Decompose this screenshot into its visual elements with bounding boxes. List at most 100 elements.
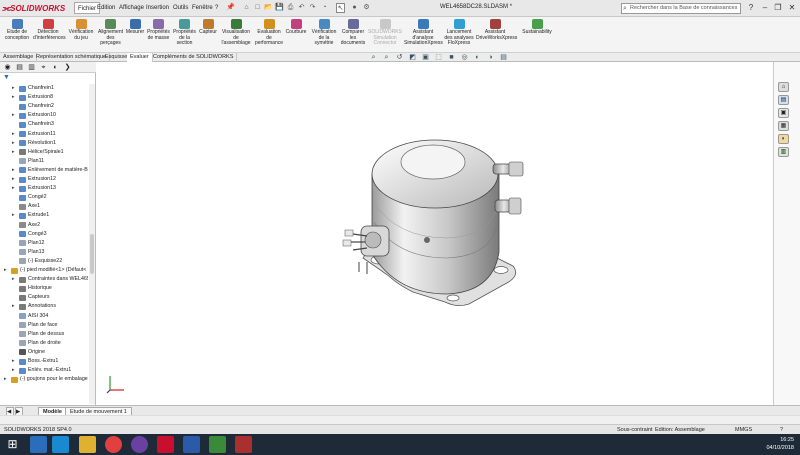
ribbon-proprietes-masse[interactable]: Propriétés de masse: [146, 19, 171, 41]
undo-icon[interactable]: ↶: [297, 3, 306, 13]
ribbon-driveworksxpress[interactable]: Assistant DriveWorksXpress: [476, 19, 517, 41]
restore-button[interactable]: ❐: [772, 2, 784, 14]
expand-panel-icon[interactable]: ❯: [63, 63, 72, 72]
compressor-model[interactable]: [97, 62, 773, 405]
expand-arrow-icon[interactable]: ▸: [12, 84, 17, 93]
expand-arrow-icon[interactable]: ▸: [12, 111, 17, 120]
custom-properties-icon[interactable]: ▥: [778, 147, 789, 157]
tab-evaluer[interactable]: Evaluer: [127, 53, 153, 62]
ribbon-mesurer[interactable]: Mesurer: [124, 19, 146, 36]
ribbon-alignement-percages[interactable]: Alignement des perçages: [97, 19, 124, 47]
tree-node[interactable]: ▸ Hélice/Spirale1: [0, 148, 88, 157]
word-icon[interactable]: [183, 436, 200, 453]
tree-node[interactable]: Plan de droite: [0, 339, 88, 348]
tree-node[interactable]: Congé2: [0, 193, 88, 202]
expand-arrow-icon[interactable]: ▸: [12, 275, 17, 284]
tree-node[interactable]: ▸ Révolution1: [0, 139, 88, 148]
tree-node[interactable]: ▸ Extrusion8: [0, 93, 88, 102]
minimize-button[interactable]: –: [759, 2, 771, 14]
app-icon[interactable]: [131, 436, 148, 453]
tab-representation-schematique[interactable]: Représentation schématique: [33, 53, 111, 62]
redo-icon[interactable]: ↷: [308, 3, 317, 13]
ribbon-detection-interferences[interactable]: Détection d'interférences: [33, 19, 66, 41]
ribbon-verification-jeu[interactable]: Vérification du jeu: [66, 19, 96, 41]
tree-node[interactable]: ▸ Boss.-Extru1: [0, 357, 88, 366]
tree-node[interactable]: ▸ Extrusion13: [0, 184, 88, 193]
tree-node[interactable]: Plan11: [0, 157, 88, 166]
ribbon-sustainability[interactable]: Sustainability: [515, 19, 559, 36]
traffic-light-icon[interactable]: ●: [350, 3, 359, 13]
tree-node[interactable]: Historique: [0, 284, 88, 293]
home-icon[interactable]: ⌂: [242, 3, 251, 13]
open-icon[interactable]: 📂: [264, 3, 273, 13]
tree-node[interactable]: Plan12: [0, 239, 88, 248]
new-doc-icon[interactable]: □: [253, 3, 262, 13]
expand-arrow-icon[interactable]: ▸: [12, 139, 17, 148]
ribbon-visualisation-assemblage[interactable]: Visualisation de l'assemblage: [219, 19, 253, 47]
ribbon-simulationxpress[interactable]: Assistant d'analyse SimulationXpress: [404, 19, 443, 47]
expand-arrow-icon[interactable]: ▸: [12, 302, 17, 311]
tab-complements[interactable]: Compléments de SOLIDWORKS: [150, 53, 238, 62]
configuration-manager-tab-icon[interactable]: ▥: [27, 63, 36, 72]
help-icon[interactable]: ?: [745, 2, 757, 14]
tree-node[interactable]: AISI 304: [0, 312, 88, 321]
rebuild-icon[interactable]: ◔: [320, 3, 329, 13]
solidworks-resources-icon[interactable]: ⌂: [778, 82, 789, 92]
pin-icon[interactable]: 📌: [226, 3, 235, 13]
chrome-icon[interactable]: [105, 436, 122, 453]
expand-arrow-icon[interactable]: ▸: [12, 184, 17, 193]
tree-node[interactable]: Chanfrein2: [0, 102, 88, 111]
explorer-icon[interactable]: [30, 436, 47, 453]
expand-arrow-icon[interactable]: ▸: [12, 166, 17, 175]
print-icon[interactable]: ⎙: [286, 3, 295, 13]
close-button[interactable]: ✕: [786, 2, 798, 14]
tree-node[interactable]: ▸ Extrude1: [0, 211, 88, 220]
dimxpert-tab-icon[interactable]: ⌖: [39, 63, 48, 72]
tree-node[interactable]: ▸ Contraintes dans WEL465: [0, 275, 88, 284]
graphics-area[interactable]: [97, 62, 773, 405]
solidworks-logo[interactable]: ⫘ SOLIDWORKS: [2, 3, 65, 14]
display-manager-tab-icon[interactable]: ◐: [51, 63, 60, 72]
view-palette-icon[interactable]: ▦: [778, 121, 789, 131]
tree-node[interactable]: ▸ Enlèvement de matière-B: [0, 166, 88, 175]
expand-arrow-icon[interactable]: ▸: [12, 175, 17, 184]
feature-manager-tab-icon[interactable]: ◉: [3, 63, 12, 72]
tree-node[interactable]: ▸ Extrusion12: [0, 175, 88, 184]
filter-icon[interactable]: ▼: [3, 74, 10, 81]
tree-node[interactable]: ▸ Enlév. mat.-Extru1: [0, 366, 88, 375]
save-icon[interactable]: 💾: [275, 3, 284, 13]
tab-assemblage[interactable]: Assemblage: [0, 53, 38, 62]
select-arrow-icon[interactable]: ↖: [336, 3, 345, 13]
tree-node[interactable]: ▸ (-) goujons pour le embalage: [0, 375, 88, 384]
clock[interactable]: 16:25 04/10/2018: [766, 436, 794, 452]
tree-node[interactable]: Chanfrein3: [0, 120, 88, 129]
tree-node[interactable]: Capteurs: [0, 293, 88, 302]
tree-node[interactable]: ▸ (-) pied modifié<1> (Défaut<: [0, 266, 88, 275]
ribbon-evaluation-performance[interactable]: Evaluation de performance: [254, 19, 284, 47]
expand-arrow-icon[interactable]: ▸: [12, 148, 17, 157]
design-library-icon[interactable]: ▤: [778, 95, 789, 105]
windows-start-icon[interactable]: ⊞: [4, 436, 21, 453]
folder-icon[interactable]: [79, 436, 96, 453]
expand-arrow-icon[interactable]: ▸: [12, 211, 17, 220]
tree-node[interactable]: Axe1: [0, 202, 88, 211]
property-manager-tab-icon[interactable]: ▤: [15, 63, 24, 72]
expand-arrow-icon[interactable]: ▸: [12, 130, 17, 139]
tree-node[interactable]: Axe2: [0, 221, 88, 230]
tree-node[interactable]: (-) Esquisse22: [0, 257, 88, 266]
horizontal-scrollbar[interactable]: [0, 415, 800, 424]
outlook-icon[interactable]: [235, 436, 252, 453]
ie-icon[interactable]: [52, 436, 69, 453]
expand-arrow-icon[interactable]: ▸: [12, 366, 17, 375]
tree-node[interactable]: ▸ Chanfrein1: [0, 84, 88, 93]
tree-node[interactable]: ▸ Extrusion11: [0, 130, 88, 139]
tree-scrollbar[interactable]: [89, 84, 95, 404]
menu-help[interactable]: ?: [212, 2, 221, 14]
ribbon-etude-conception[interactable]: Etude de conception: [3, 19, 31, 41]
menu-insertion[interactable]: Insertion: [143, 2, 172, 14]
tree-node[interactable]: ▸ Extrusion10: [0, 111, 88, 120]
file-explorer-icon[interactable]: ▣: [778, 108, 789, 118]
tree-node[interactable]: Plan de face: [0, 321, 88, 330]
expand-arrow-icon[interactable]: ▸: [4, 266, 9, 275]
solidworks-taskbar-icon[interactable]: [157, 436, 174, 453]
